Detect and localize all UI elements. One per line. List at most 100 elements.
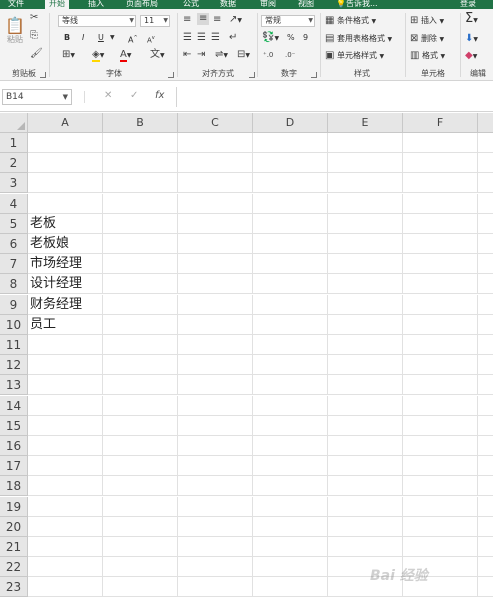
cell-f20[interactable] [403,517,478,537]
row-header-5[interactable]: 5 [0,214,28,234]
column-header-d[interactable]: D [253,113,328,133]
row-header-2[interactable]: 2 [0,153,28,173]
row-header-14[interactable]: 14 [0,396,28,416]
cell-g19[interactable] [478,497,493,517]
alignment-launcher[interactable] [249,72,255,78]
cell-f21[interactable] [403,537,478,557]
cell-a21[interactable] [28,537,103,557]
cell-c3[interactable] [178,173,253,193]
cell-d4[interactable] [253,194,328,214]
fill-color-button[interactable]: ◈▼ [92,50,104,62]
cell-g22[interactable] [478,557,493,577]
cell-b2[interactable] [103,153,178,173]
align-right-button[interactable]: ☰ [211,33,220,43]
formula-input[interactable] [176,87,493,107]
bottom-align-button[interactable]: ≡ [213,15,221,25]
cell-d20[interactable] [253,517,328,537]
bold-button[interactable]: B [64,33,70,43]
cell-f18[interactable] [403,476,478,496]
cell-a13[interactable] [28,375,103,395]
cell-c8[interactable] [178,274,253,294]
insert-cells-button[interactable]: ⊞ 插入 ▼ [410,16,444,27]
cell-f8[interactable] [403,274,478,294]
cell-e4[interactable] [328,194,403,214]
cell-b22[interactable] [103,557,178,577]
cell-e15[interactable] [328,416,403,436]
cell-f19[interactable] [403,497,478,517]
cell-a22[interactable] [28,557,103,577]
cell-a1[interactable] [28,133,103,153]
cell-g15[interactable] [478,416,493,436]
cell-styles-button[interactable]: ▣ 单元格样式 ▼ [325,51,384,62]
increase-decimal-button[interactable]: ⁺.0 [263,50,273,60]
cell-a18[interactable] [28,476,103,496]
insert-function-icon[interactable]: fx [155,90,164,101]
cell-e1[interactable] [328,133,403,153]
wrap-text-button[interactable]: ↵ [229,33,237,43]
cell-e13[interactable] [328,375,403,395]
borders-button[interactable]: ⊞▼ [62,50,75,61]
row-header-13[interactable]: 13 [0,375,28,395]
row-header-16[interactable]: 16 [0,436,28,456]
italic-button[interactable]: I [82,33,84,43]
cell-b11[interactable] [103,335,178,355]
cell-b13[interactable] [103,375,178,395]
decrease-font-button[interactable]: Av [147,33,155,45]
cell-a9[interactable]: 财务经理 [28,295,103,315]
cell-b18[interactable] [103,476,178,496]
cell-g11[interactable] [478,335,493,355]
cell-b4[interactable] [103,194,178,214]
cell-g21[interactable] [478,537,493,557]
cell-g13[interactable] [478,375,493,395]
cell-c22[interactable] [178,557,253,577]
cell-c7[interactable] [178,254,253,274]
font-color-button[interactable]: A▼ [120,50,131,62]
cell-e5[interactable] [328,214,403,234]
cell-e14[interactable] [328,396,403,416]
number-launcher[interactable] [311,72,317,78]
conditional-formatting-button[interactable]: ▦ 条件格式 ▼ [325,16,376,27]
cut-button[interactable]: ✂ [30,13,38,23]
cell-c2[interactable] [178,153,253,173]
cell-d21[interactable] [253,537,328,557]
underline-button[interactable]: U [98,33,104,43]
clipboard-launcher[interactable] [40,72,46,78]
row-header-17[interactable]: 17 [0,456,28,476]
row-header-12[interactable]: 12 [0,355,28,375]
cell-c20[interactable] [178,517,253,537]
cell-g8[interactable] [478,274,493,294]
cell-d18[interactable] [253,476,328,496]
cell-d14[interactable] [253,396,328,416]
comma-style-button[interactable]: 9 [303,33,308,43]
cell-d15[interactable] [253,416,328,436]
cell-c15[interactable] [178,416,253,436]
format-cells-button[interactable]: ▥ 格式 ▼ [410,51,445,62]
cell-d16[interactable] [253,436,328,456]
cell-c12[interactable] [178,355,253,375]
decrease-indent-button[interactable]: ⇤ [183,50,191,60]
cell-e6[interactable] [328,234,403,254]
cell-g2[interactable] [478,153,493,173]
cell-d12[interactable] [253,355,328,375]
cell-g23[interactable] [478,577,493,597]
cell-a2[interactable] [28,153,103,173]
cell-f3[interactable] [403,173,478,193]
cell-b10[interactable] [103,315,178,335]
cell-b3[interactable] [103,173,178,193]
cell-g18[interactable] [478,476,493,496]
cell-b7[interactable] [103,254,178,274]
font-name-combo[interactable]: 等线 ▼ [58,15,136,27]
cell-b23[interactable] [103,577,178,597]
cell-a3[interactable] [28,173,103,193]
cell-b6[interactable] [103,234,178,254]
tab-formulas[interactable]: 公式 [183,0,199,9]
row-header-7[interactable]: 7 [0,254,28,274]
tab-page-layout[interactable]: 页面布局 [126,0,158,9]
cell-e2[interactable] [328,153,403,173]
tab-insert[interactable]: 插入 [88,0,104,9]
cell-b8[interactable] [103,274,178,294]
cell-b21[interactable] [103,537,178,557]
cell-c19[interactable] [178,497,253,517]
cell-e11[interactable] [328,335,403,355]
tab-home[interactable]: 开始 [45,0,69,9]
